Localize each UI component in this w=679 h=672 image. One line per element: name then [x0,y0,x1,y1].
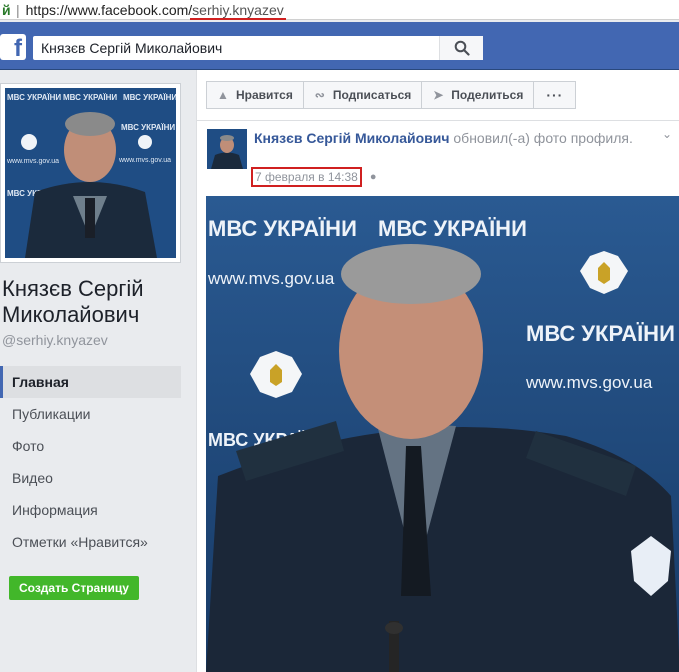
address-divider: | [16,1,20,18]
post-photo-art: МВС УКРАЇНИ МВС УКРАЇНИ МВС УКРАЇНИ МВС … [206,196,679,672]
svg-text:МВС УКРАЇНИ: МВС УКРАЇНИ [121,123,175,132]
profile-handle[interactable]: @serhiy.knyazev [2,332,108,348]
like-button[interactable]: ▲ Нравится [206,81,304,109]
svg-text:МВС УКРАЇНИ: МВС УКРАЇНИ [123,93,176,102]
post-timestamp[interactable]: 7 февраля в 14:38 [251,167,362,187]
svg-text:МВС УКРАЇНИ: МВС УКРАЇНИ [63,93,117,102]
post-header: Князєв Сергій Миколайович обновил(-а) фо… [254,129,664,148]
wall-text-mvs-2: МВС УКРАЇНИ [378,216,527,241]
nav-item-posts[interactable]: Публикации [0,398,181,430]
post-timestamp-row: 7 февраля в 14:38 ● [251,167,377,187]
search-icon [454,40,470,56]
share-arrow-icon: ➤ [433,88,444,102]
globe-icon: ● [369,171,377,183]
profile-photo-art: МВС УКРАЇНИ МВС УКРАЇНИ МВС УКРАЇНИ www.… [5,88,176,258]
left-column: МВС УКРАЇНИ МВС УКРАЇНИ МВС УКРАЇНИ www.… [0,70,192,672]
facebook-logo-icon[interactable]: f [0,34,26,60]
main-column: ▲ Нравится ∾ Подписаться ➤ Поделиться ··… [196,70,679,672]
profile-photo-image: МВС УКРАЇНИ МВС УКРАЇНИ МВС УКРАЇНИ www.… [5,88,176,258]
nav-item-photos[interactable]: Фото [0,430,181,462]
nav-item-likes[interactable]: Отметки «Нравится» [0,526,181,558]
avatar-art [207,129,247,169]
create-page-button[interactable]: Создать Страницу [9,576,139,600]
page-actions: ▲ Нравится ∾ Подписаться ➤ Поделиться ··… [206,81,577,109]
share-button[interactable]: ➤ Поделиться [421,81,535,109]
search-input[interactable] [33,36,439,60]
svg-text:www.mvs.gov.ua: www.mvs.gov.ua [118,157,171,164]
profile-name: Князєв Сергій Миколайович [2,276,144,327]
share-label: Поделиться [451,88,524,102]
nav-item-home[interactable]: Главная [0,366,181,398]
more-button[interactable]: ··· [533,81,577,109]
nav-item-about[interactable]: Информация [0,494,181,526]
secure-lock-icon: й [2,1,11,18]
follow-button[interactable]: ∾ Подписаться [302,81,423,109]
post-action-text: обновил(-а) фото профиля. [453,130,633,146]
search-box [33,36,483,60]
nav-item-videos[interactable]: Видео [0,462,181,494]
wall-text-site-1: www.mvs.gov.ua [207,269,335,288]
wall-text-mvs-3: МВС УКРАЇНИ [526,321,675,346]
wall-text-site-2: www.mvs.gov.ua [525,373,653,392]
url-slug: serhiy.knyazev [190,1,286,20]
post: Князєв Сергій Миколайович обновил(-а) фо… [197,120,679,672]
facebook-header: f [0,22,679,70]
svg-text:www.mvs.gov.ua: www.mvs.gov.ua [6,158,59,165]
thumbs-up-icon: ▲ [217,88,229,102]
follow-label: Подписаться [332,88,412,102]
address-bar[interactable]: й | https://www.facebook.com/ serhiy.kny… [0,0,679,20]
profile-nav: Главная Публикации Фото Видео Информация… [0,366,181,558]
post-options-chevron-icon[interactable]: ⌄ [662,127,672,141]
like-label: Нравится [236,88,293,102]
post-photo[interactable]: МВС УКРАЇНИ МВС УКРАЇНИ МВС УКРАЇНИ МВС … [206,196,679,672]
wall-text-mvs-1: МВС УКРАЇНИ [208,216,357,241]
post-author-avatar[interactable] [207,129,247,169]
url-base: https://www.facebook.com/ [25,1,193,18]
search-button[interactable] [439,36,483,60]
profile-picture[interactable]: МВС УКРАЇНИ МВС УКРАЇНИ МВС УКРАЇНИ www.… [0,83,181,263]
rss-icon: ∾ [314,88,325,102]
post-author-link[interactable]: Князєв Сергій Миколайович [254,130,450,146]
svg-text:МВС УКРАЇНИ: МВС УКРАЇНИ [7,93,61,102]
